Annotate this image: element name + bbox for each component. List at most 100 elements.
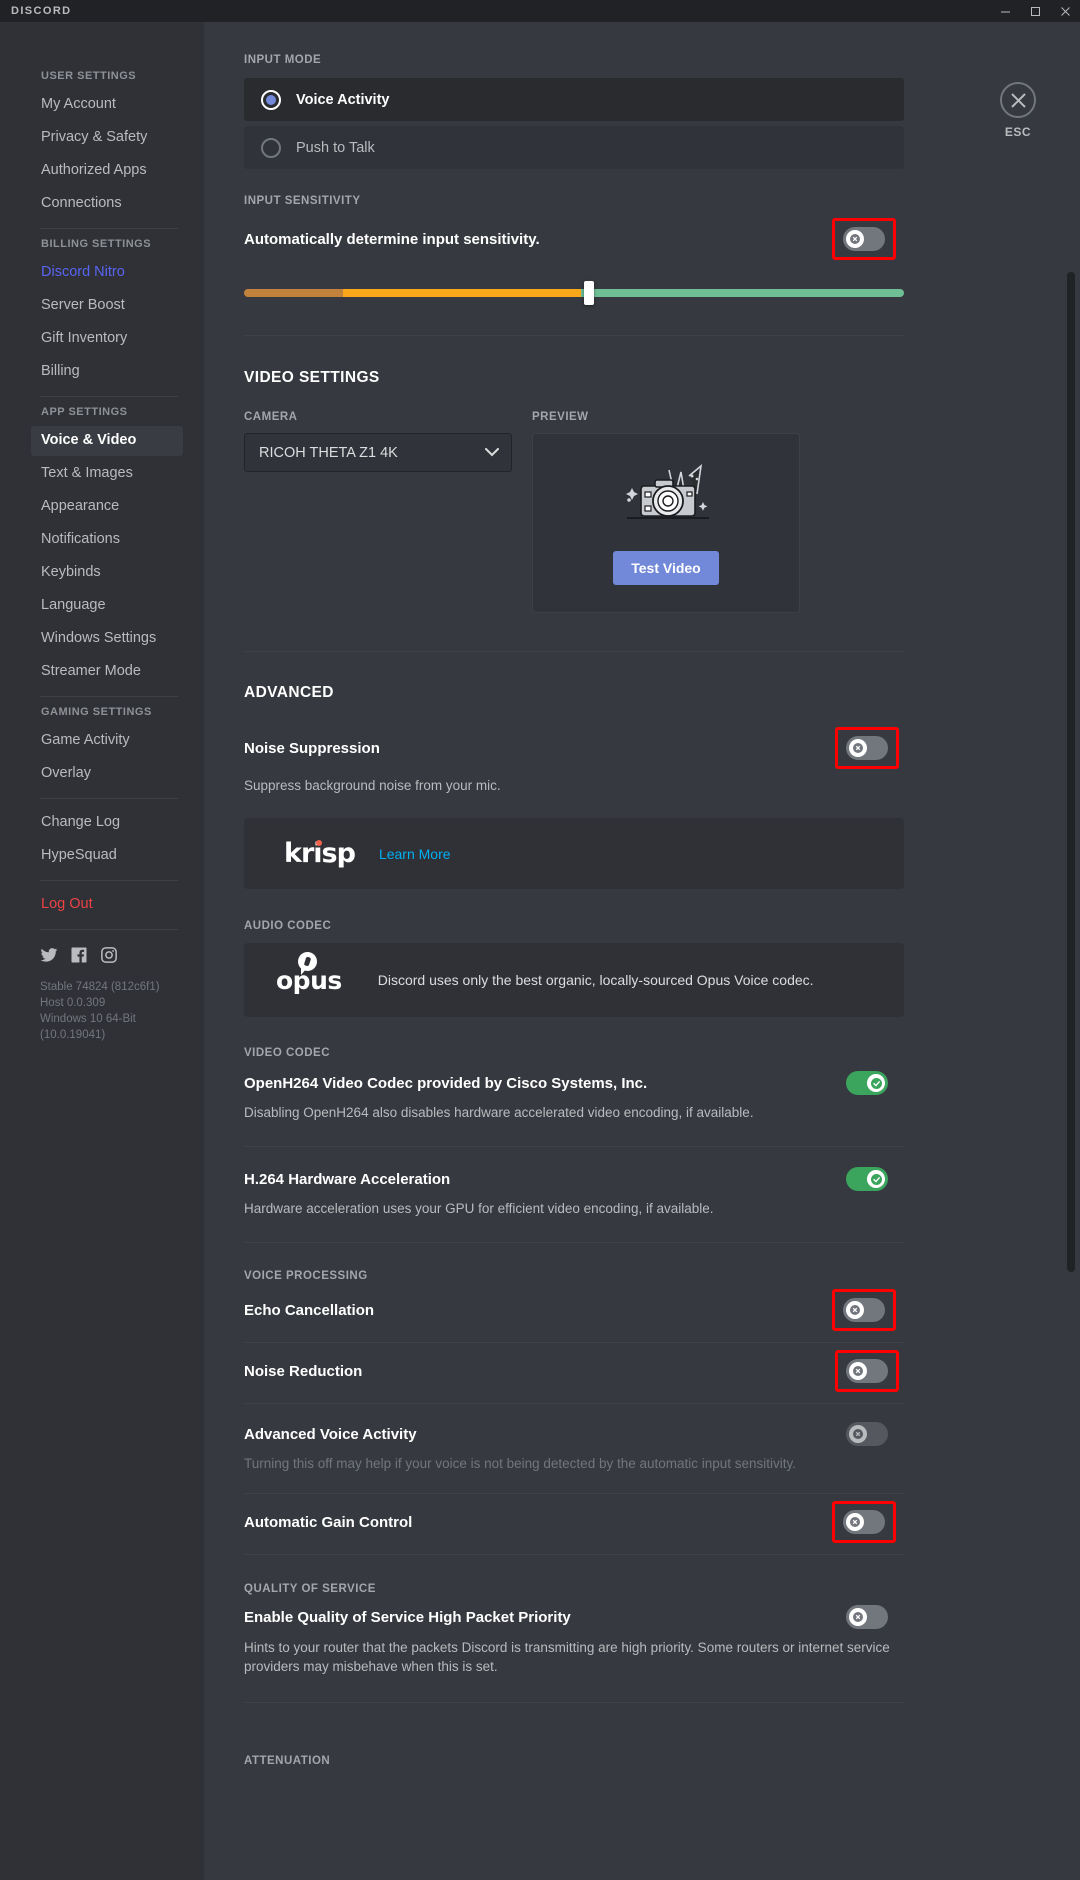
slider-thumb[interactable] xyxy=(583,281,594,305)
sidebar-header-app-settings: APP SETTINGS xyxy=(41,406,128,418)
sidebar-divider xyxy=(40,880,178,881)
sidebar-item-keybinds[interactable]: Keybinds xyxy=(40,558,194,588)
toggle-off-x-icon xyxy=(849,1362,867,1380)
toggle-off-x-icon xyxy=(849,739,867,757)
toggle-on-check-icon xyxy=(867,1074,885,1092)
video-codec-label: VIDEO CODEC xyxy=(244,1047,331,1059)
row-divider xyxy=(244,1342,904,1343)
camera-select[interactable]: RICOH THETA Z1 4K xyxy=(244,433,512,472)
noise-suppression-desc: Suppress background noise from your mic. xyxy=(244,778,501,793)
version-info: Stable 74824 (812c6f1) Host 0.0.309 Wind… xyxy=(40,979,194,1043)
video-settings-title: VIDEO SETTINGS xyxy=(244,369,380,386)
sidebar-divider xyxy=(40,396,178,397)
input-mode-voice-activity[interactable]: Voice Activity xyxy=(244,78,904,121)
minimize-icon[interactable] xyxy=(990,0,1020,22)
facebook-icon[interactable] xyxy=(70,946,88,964)
noise-suppression-highlight xyxy=(835,727,899,769)
sidebar-item-voice-video[interactable]: Voice & Video xyxy=(31,426,183,456)
sidebar-item-server-boost[interactable]: Server Boost xyxy=(40,291,194,321)
sidebar-item-overlay[interactable]: Overlay xyxy=(40,759,194,789)
sidebar-item-change-log[interactable]: Change Log xyxy=(40,808,194,838)
twitter-icon[interactable] xyxy=(40,946,58,964)
attenuation-label: ATTENUATION xyxy=(244,1755,331,1767)
sidebar-item-language[interactable]: Language xyxy=(40,591,194,621)
row-divider xyxy=(244,1493,904,1494)
sidebar-item-billing[interactable]: Billing xyxy=(40,357,194,387)
radio-selected-icon xyxy=(261,89,281,110)
opus-logo: opus xyxy=(276,951,342,993)
sidebar-divider xyxy=(40,798,178,799)
sidebar-item-privacy-safety[interactable]: Privacy & Safety xyxy=(40,123,194,153)
automatic-gain-control-highlight xyxy=(832,1501,896,1543)
krisp-learn-more-link[interactable]: Learn More xyxy=(379,846,451,862)
h264-hw-accel-desc: Hardware acceleration uses your GPU for … xyxy=(244,1201,714,1216)
sidebar-header-user-settings: USER SETTINGS xyxy=(41,70,137,82)
close-icon[interactable] xyxy=(1000,82,1036,118)
sidebar-item-game-activity[interactable]: Game Activity xyxy=(40,726,194,756)
settings-content: ESC INPUT MODE Voice Activity Push to Ta… xyxy=(204,22,1080,1880)
social-links xyxy=(40,946,194,964)
sidebar-group-misc: Change Log HypeSquad xyxy=(40,808,194,871)
echo-cancellation-title: Echo Cancellation xyxy=(244,1301,375,1319)
automatic-gain-control-title: Automatic Gain Control xyxy=(244,1513,413,1531)
krisp-logo: krisp xyxy=(284,838,356,869)
sidebar-item-discord-nitro[interactable]: Discord Nitro xyxy=(40,258,194,288)
slider-segment-low xyxy=(244,289,343,297)
h264-hw-accel-toggle[interactable] xyxy=(846,1167,888,1191)
camera-preview: Test Video xyxy=(532,433,800,613)
sidebar-item-hypesquad[interactable]: HypeSquad xyxy=(40,841,194,871)
slider-segment-mid xyxy=(343,289,581,297)
qos-title: Enable Quality of Service High Packet Pr… xyxy=(244,1608,571,1626)
toggle-off-x-icon xyxy=(846,1513,864,1531)
video-settings-row: CAMERA RICOH THETA Z1 4K PREVIEW Test Vi… xyxy=(244,411,904,613)
section-divider xyxy=(244,1554,904,1555)
noise-suppression-toggle[interactable] xyxy=(846,736,888,760)
audio-codec-text: Discord uses only the best organic, loca… xyxy=(377,972,814,988)
sidebar-divider xyxy=(40,228,178,229)
noise-suppression-title: Noise Suppression xyxy=(244,739,380,757)
automatic-gain-control-toggle[interactable] xyxy=(843,1510,885,1534)
sidebar-item-authorized-apps[interactable]: Authorized Apps xyxy=(40,156,194,186)
noise-reduction-toggle[interactable] xyxy=(846,1359,888,1383)
auto-sensitivity-highlight xyxy=(832,218,896,260)
input-sensitivity-slider[interactable] xyxy=(244,281,904,305)
auto-input-sensitivity-title: Automatically determine input sensitivit… xyxy=(244,230,540,248)
maximize-icon[interactable] xyxy=(1020,0,1050,22)
content-scrollbar[interactable] xyxy=(1067,272,1075,1272)
qos-toggle[interactable] xyxy=(846,1605,888,1629)
echo-cancellation-toggle[interactable] xyxy=(843,1298,885,1322)
section-divider xyxy=(244,335,904,336)
openh264-desc: Disabling OpenH264 also disables hardwar… xyxy=(244,1105,754,1120)
h264-hw-accel-title: H.264 Hardware Acceleration xyxy=(244,1170,451,1188)
auto-input-sensitivity-toggle[interactable] xyxy=(843,227,885,251)
sidebar-item-appearance[interactable]: Appearance xyxy=(40,492,194,522)
sidebar-divider xyxy=(40,929,178,930)
audio-codec-label: AUDIO CODEC xyxy=(244,920,332,932)
toggle-off-x-icon xyxy=(846,1301,864,1319)
sidebar-item-my-account[interactable]: My Account xyxy=(40,90,194,120)
sidebar-item-notifications[interactable]: Notifications xyxy=(40,525,194,555)
sidebar-item-log-out[interactable]: Log Out xyxy=(40,890,194,920)
camera-column: CAMERA RICOH THETA Z1 4K xyxy=(244,411,512,613)
sidebar-group-app-settings: APP SETTINGS Voice & Video Text & Images… xyxy=(31,406,194,687)
instagram-icon[interactable] xyxy=(100,946,118,964)
input-mode-push-to-talk[interactable]: Push to Talk xyxy=(244,126,904,169)
close-settings-button[interactable]: ESC xyxy=(1000,82,1036,139)
sidebar-item-windows-settings[interactable]: Windows Settings xyxy=(40,624,194,654)
test-video-button[interactable]: Test Video xyxy=(613,550,719,585)
camera-select-value: RICOH THETA Z1 4K xyxy=(259,444,398,461)
krisp-card: krisp Learn More xyxy=(244,818,904,889)
openh264-toggle[interactable] xyxy=(846,1071,888,1095)
settings-sidebar: USER SETTINGS My Account Privacy & Safet… xyxy=(0,22,204,1880)
sidebar-item-streamer-mode[interactable]: Streamer Mode xyxy=(40,657,194,687)
slider-segment-high xyxy=(580,289,904,297)
advanced-voice-activity-toggle[interactable] xyxy=(846,1422,888,1446)
sidebar-item-connections[interactable]: Connections xyxy=(40,189,194,219)
close-icon[interactable] xyxy=(1050,0,1080,22)
sidebar-item-text-images[interactable]: Text & Images xyxy=(40,459,194,489)
section-divider xyxy=(244,1702,904,1703)
row-divider xyxy=(244,1146,904,1147)
sidebar-group-billing-settings: BILLING SETTINGS Discord Nitro Server Bo… xyxy=(40,238,194,387)
audio-codec-card: opus Discord uses only the best organic,… xyxy=(244,943,904,1017)
sidebar-item-gift-inventory[interactable]: Gift Inventory xyxy=(40,324,194,354)
